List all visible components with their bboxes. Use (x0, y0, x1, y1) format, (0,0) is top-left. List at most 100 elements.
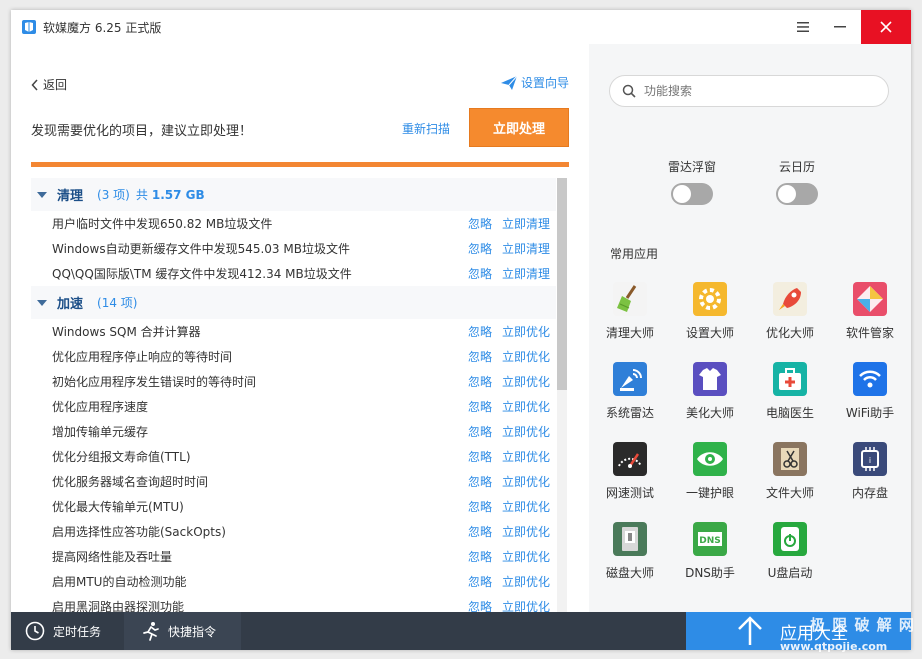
search-input[interactable] (642, 83, 866, 99)
app-tile[interactable]: 软件管家 (830, 282, 910, 341)
optimize-now-link[interactable]: 立即优化 (502, 473, 550, 490)
optimize-now-link[interactable]: 立即优化 (502, 323, 550, 340)
optimize-now-link[interactable]: 立即优化 (502, 498, 550, 515)
radar-float-toggle[interactable] (671, 183, 713, 205)
list-item: 优化最大传输单元(MTU) 忽略 立即优化 (31, 494, 556, 519)
wifi-icon (853, 362, 887, 396)
disk-icon (613, 522, 647, 556)
optimize-now-link[interactable]: 立即优化 (502, 423, 550, 440)
item-text: Windows自动更新缓存文件中发现545.03 MB垃圾文件 (52, 242, 350, 256)
process-now-button[interactable]: 立即处理 (469, 108, 569, 147)
menu-button[interactable] (785, 10, 820, 44)
ignore-link[interactable]: 忽略 (468, 265, 492, 282)
rocket-icon (773, 282, 807, 316)
app-label: 磁盘大师 (605, 566, 654, 580)
cloud-calendar-toggle[interactable] (776, 183, 818, 205)
app-label: 优化大师 (765, 326, 814, 340)
list-item: 启用黑洞路由器探测功能 忽略 立即优化 (31, 594, 556, 612)
group-title: 清理 (57, 189, 84, 204)
rescan-link[interactable]: 重新扫描 (402, 120, 450, 137)
ignore-link[interactable]: 忽略 (468, 598, 492, 612)
feature-search-box[interactable] (609, 75, 889, 107)
app-tile[interactable]: 文件大师 (750, 442, 830, 501)
list-item: 启用选择性应答功能(SackOpts) 忽略 立即优化 (31, 519, 556, 544)
list-scrollbar[interactable] (557, 178, 567, 612)
list-item: QQ\QQ国际版\TM 缓存文件中发现412.34 MB垃圾文件 忽略 立即清理 (31, 261, 556, 286)
app-tile[interactable]: 优化大师 (750, 282, 830, 341)
item-text: 优化应用程序停止响应的等待时间 (52, 350, 233, 364)
app-tile[interactable]: WiFi助手 (830, 362, 910, 421)
item-text: 用户临时文件中发现650.82 MB垃圾文件 (52, 217, 273, 231)
back-button[interactable]: 返回 (31, 76, 67, 93)
ignore-link[interactable]: 忽略 (468, 373, 492, 390)
clean-now-link[interactable]: 立即清理 (502, 240, 550, 257)
ignore-link[interactable]: 忽略 (468, 573, 492, 590)
ignore-link[interactable]: 忽略 (468, 498, 492, 515)
item-text: 启用选择性应答功能(SackOpts) (52, 525, 226, 539)
ignore-link[interactable]: 忽略 (468, 398, 492, 415)
ignore-link[interactable]: 忽略 (468, 423, 492, 440)
list-item: 用户临时文件中发现650.82 MB垃圾文件 忽略 立即清理 (31, 211, 556, 236)
app-tile[interactable]: 美化大师 (670, 362, 750, 421)
close-button[interactable] (861, 10, 911, 44)
app-tile[interactable]: 电脑医生 (750, 362, 830, 421)
app-window: 软媒魔方 6.25 正式版 返回 设置向导 发现需要优化的项目，建议立即处理！ … (11, 10, 911, 650)
setup-wizard-link[interactable]: 设置向导 (500, 74, 569, 91)
app-tile[interactable]: 一键护眼 (670, 442, 750, 501)
ignore-link[interactable]: 忽略 (468, 548, 492, 565)
title-bar: 软媒魔方 6.25 正式版 (11, 10, 911, 44)
watermark-title: 极 限 破 解 网 (810, 616, 915, 634)
item-text: 初始化应用程序发生错误时的等待时间 (52, 375, 257, 389)
item-text: 优化服务器域名查询超时时间 (52, 475, 209, 489)
minimize-icon (833, 26, 846, 28)
gear-icon (693, 282, 727, 316)
item-text: Windows SQM 合并计算器 (52, 325, 201, 339)
app-tile[interactable]: 系统雷达 (590, 362, 670, 421)
clean-now-link[interactable]: 立即清理 (502, 215, 550, 232)
ignore-link[interactable]: 忽略 (468, 348, 492, 365)
watermark-url: www.qtpojie.com (780, 640, 888, 653)
minimize-button[interactable] (822, 10, 857, 44)
ignore-link[interactable]: 忽略 (468, 323, 492, 340)
optimize-now-link[interactable]: 立即优化 (502, 398, 550, 415)
ignore-link[interactable]: 忽略 (468, 240, 492, 257)
app-label: 设置大师 (685, 326, 734, 340)
app-label: 内存盘 (851, 486, 888, 500)
optimize-now-link[interactable]: 立即优化 (502, 598, 550, 612)
scheduled-tasks-button[interactable]: 定时任务 (11, 612, 123, 650)
item-text: 优化最大传输单元(MTU) (52, 500, 184, 514)
common-apps-title: 常用应用 (610, 247, 659, 261)
app-tile[interactable]: 设置大师 (670, 282, 750, 341)
ignore-link[interactable]: 忽略 (468, 448, 492, 465)
item-text: 优化应用程序速度 (52, 400, 149, 414)
app-tile[interactable]: 网速测试 (590, 442, 670, 501)
scrollbar-thumb[interactable] (557, 178, 567, 390)
group-title: 加速 (57, 297, 84, 312)
first-aid-kit-icon (773, 362, 807, 396)
optimize-now-link[interactable]: 立即优化 (502, 373, 550, 390)
ignore-link[interactable]: 忽略 (468, 215, 492, 232)
clean-now-link[interactable]: 立即清理 (502, 265, 550, 282)
optimize-now-link[interactable]: 立即优化 (502, 548, 550, 565)
group-header-speedup[interactable]: 加速 (14 项) (31, 286, 556, 319)
optimize-now-link[interactable]: 立即优化 (502, 448, 550, 465)
optimize-now-link[interactable]: 立即优化 (502, 348, 550, 365)
ignore-link[interactable]: 忽略 (468, 473, 492, 490)
app-tile[interactable]: U盘启动 (750, 522, 830, 581)
app-tile[interactable]: 清理大师 (590, 282, 670, 341)
toggle-knob (778, 185, 796, 203)
group-count: (14 项) (97, 296, 138, 310)
quick-commands-button[interactable]: 快捷指令 (124, 612, 241, 650)
paper-plane-icon (501, 75, 518, 90)
app-tile[interactable]: DNS DNS助手 (670, 522, 750, 581)
scheduled-tasks-label: 定时任务 (53, 624, 102, 639)
ignore-link[interactable]: 忽略 (468, 523, 492, 540)
app-tile[interactable]: i 内存盘 (830, 442, 910, 501)
app-logo-icon (22, 20, 36, 34)
app-tile[interactable]: 磁盘大师 (590, 522, 670, 581)
group-count: (3 项) (97, 188, 130, 202)
optimize-now-link[interactable]: 立即优化 (502, 523, 550, 540)
item-text: 优化分组报文寿命值(TTL) (52, 450, 191, 464)
group-header-clean[interactable]: 清理 (3 项) 共 1.57 GB (31, 178, 556, 211)
optimize-now-link[interactable]: 立即优化 (502, 573, 550, 590)
